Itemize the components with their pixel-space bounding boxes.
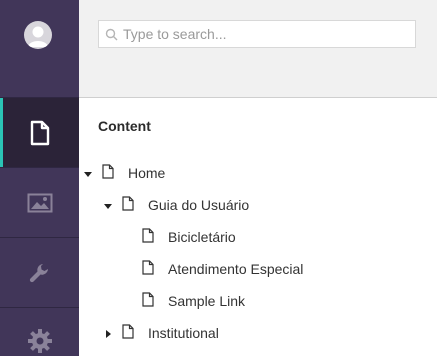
gear-icon [27,329,52,353]
search-box[interactable] [98,20,416,48]
tree-item-bicicletario[interactable]: Bicicletário [124,225,236,249]
tree-item-home[interactable]: Home [84,161,165,185]
search-input[interactable] [123,21,411,47]
header [79,0,437,98]
tree-item-guia[interactable]: Guia do Usuário [104,193,249,217]
tree-item-label: Home [128,165,166,181]
document-icon [142,292,154,310]
tree-item-atendimento[interactable]: Atendimento Especial [124,257,303,281]
tree-item-label: Institutional [148,325,219,341]
document-icon [142,260,154,278]
tree-item-label: Sample Link [168,293,246,309]
search-icon [105,28,118,41]
media-image-icon [27,193,52,212]
tree-item-label: Bicicletário [168,229,236,245]
nav-content[interactable] [0,97,79,167]
user-avatar-icon [28,26,48,47]
tree-item-sample-link[interactable]: Sample Link [124,289,245,313]
document-icon [102,164,114,182]
content-document-icon [30,120,49,145]
expand-caret-icon[interactable] [104,197,114,213]
expand-caret-icon[interactable] [84,165,94,181]
nav-gear[interactable] [0,307,79,356]
document-icon [142,228,154,246]
section-title: Content [98,118,151,134]
tree-item-label: Guia do Usuário [148,197,250,213]
collapse-caret-icon[interactable] [104,325,114,341]
sidebar [0,0,79,356]
nav-settings-tools[interactable] [0,237,79,307]
tree-item-institutional[interactable]: Institutional [104,321,219,345]
avatar[interactable] [24,21,52,49]
nav-media[interactable] [0,167,79,237]
tree-item-label: Atendimento Especial [168,261,304,277]
wrench-settings-icon [29,263,48,282]
document-icon [122,324,134,342]
document-icon [122,196,134,214]
